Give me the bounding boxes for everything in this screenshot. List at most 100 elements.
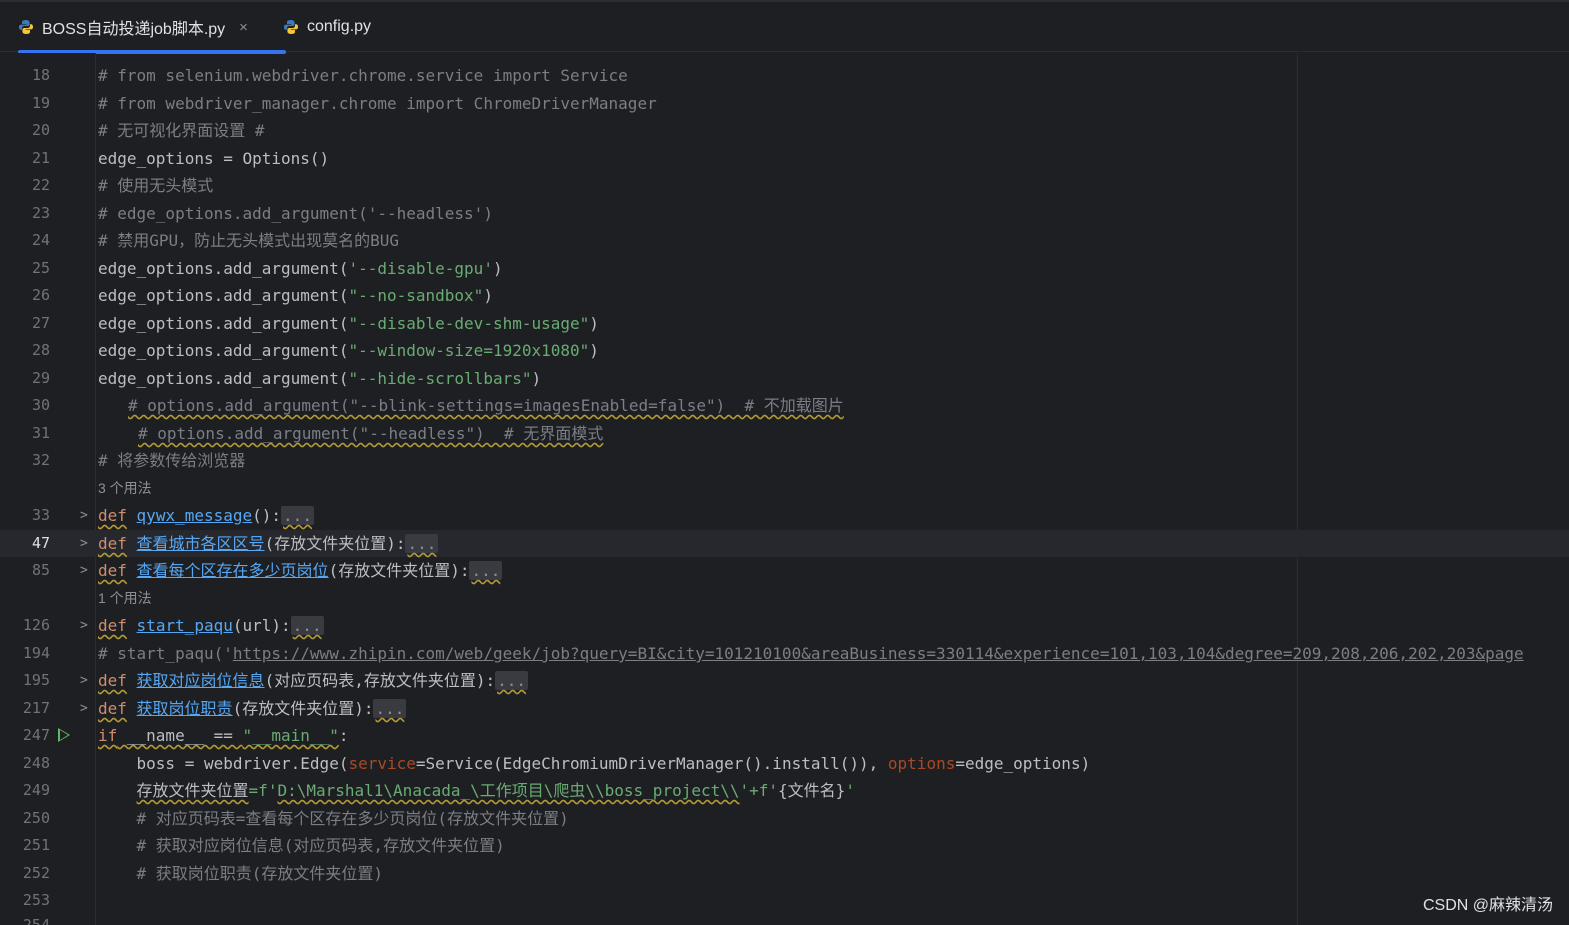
python-file-icon bbox=[19, 20, 33, 34]
code-text: def 查看城市各区区号(存放文件夹位置):... bbox=[98, 534, 439, 553]
code-line[interactable]: 27 edge_options.add_argument("--disable-… bbox=[0, 310, 1569, 337]
code-line[interactable]: 253 bbox=[0, 887, 1569, 914]
watermark: CSDN @麻辣清汤 bbox=[1422, 897, 1553, 914]
line-number: 195 bbox=[22, 671, 50, 689]
code-line[interactable]: 31 # options.add_argument("--headless") … bbox=[0, 420, 1569, 447]
code-line[interactable]: 250 # 对应页码表=查看每个区存在多少页岗位(存放文件夹位置) bbox=[0, 805, 1569, 832]
code-line[interactable]: 25 edge_options.add_argument('--disable-… bbox=[0, 255, 1569, 282]
tab-boss-script[interactable]: BOSS自动投递job脚本.py × bbox=[18, 2, 286, 54]
usage-hint[interactable]: 1 个用法 bbox=[98, 585, 152, 612]
python-file-icon bbox=[284, 20, 298, 34]
code-text: # from webdriver_manager.chrome import C… bbox=[98, 94, 657, 113]
line-number: 23 bbox=[31, 204, 50, 222]
line-number: 21 bbox=[31, 149, 50, 167]
code-text: # 禁用GPU，防止无头模式出现莫名的BUG bbox=[98, 231, 400, 250]
code-text: # options.add_argument("--blink-settings… bbox=[128, 396, 844, 415]
code-text: # 对应页码表=查看每个区存在多少页岗位(存放文件夹位置) bbox=[98, 809, 569, 828]
code-text: edge_options.add_argument("--no-sandbox"… bbox=[98, 286, 493, 305]
code-line[interactable]: 28 edge_options.add_argument("--window-s… bbox=[0, 337, 1569, 364]
line-number: 249 bbox=[22, 781, 50, 799]
code-text: edge_options.add_argument("--window-size… bbox=[98, 341, 599, 360]
fold-expand-icon[interactable]: > bbox=[80, 530, 88, 557]
code-text: edge_options.add_argument('--disable-gpu… bbox=[98, 259, 503, 278]
code-text: # 无可视化界面设置 # bbox=[98, 121, 265, 140]
fold-expand-icon[interactable]: > bbox=[80, 667, 88, 694]
code-line[interactable]: 85 > def 查看每个区存在多少页岗位(存放文件夹位置):... bbox=[0, 557, 1569, 584]
code-text: def 获取岗位职责(存放文件夹位置):... bbox=[98, 699, 407, 718]
code-line[interactable]: 22 # 使用无头模式 bbox=[0, 172, 1569, 199]
line-number: 247 bbox=[22, 726, 50, 744]
code-text: def 获取对应岗位信息(对应页码表,存放文件夹位置):... bbox=[98, 671, 529, 690]
run-icon[interactable] bbox=[58, 728, 70, 742]
code-line[interactable]: 26 edge_options.add_argument("--no-sandb… bbox=[0, 282, 1569, 309]
line-number: 18 bbox=[31, 66, 50, 84]
code-line[interactable]: 249 存放文件夹位置=f'D:\Marshal1\Anacada_\工作项目\… bbox=[0, 777, 1569, 804]
line-number: 47 bbox=[31, 534, 50, 552]
line-number: 252 bbox=[22, 864, 50, 882]
code-line[interactable]: 247 if __name__ == "__main__": bbox=[0, 722, 1569, 749]
editor-tab-bar: BOSS自动投递job脚本.py × config.py bbox=[0, 2, 1569, 54]
code-text: # options.add_argument("--headless") # 无… bbox=[138, 424, 604, 443]
line-number: 29 bbox=[31, 369, 50, 387]
code-line[interactable]: 32 # 将参数传给浏览器 bbox=[0, 447, 1569, 474]
code-line[interactable]: 29 edge_options.add_argument("--hide-scr… bbox=[0, 365, 1569, 392]
tab-label: config.py bbox=[307, 18, 372, 35]
line-number: 33 bbox=[31, 506, 50, 524]
code-line[interactable]: 126 > def start_paqu(url):... bbox=[0, 612, 1569, 639]
line-number: 24 bbox=[31, 231, 50, 249]
line-number: 253 bbox=[22, 891, 50, 909]
code-line[interactable]: 194 # start_paqu('https://www.zhipin.com… bbox=[0, 640, 1569, 667]
code-line[interactable]: 217 > def 获取岗位职责(存放文件夹位置):... bbox=[0, 695, 1569, 722]
code-text: # from selenium.webdriver.chrome.service… bbox=[98, 66, 628, 85]
code-line[interactable]: 19 # from webdriver_manager.chrome impor… bbox=[0, 90, 1569, 117]
tab-label: BOSS自动投递job脚本.py bbox=[42, 21, 226, 38]
code-text: boss = webdriver.Edge(service=Service(Ed… bbox=[98, 754, 1091, 773]
code-line[interactable]: 251 # 获取对应岗位信息(对应页码表,存放文件夹位置) bbox=[0, 832, 1569, 859]
code-line[interactable]: 33 > def qywx_message():... bbox=[0, 502, 1569, 529]
code-text: edge_options.add_argument("--disable-dev… bbox=[98, 314, 599, 333]
code-line[interactable]: 248 boss = webdriver.Edge(service=Servic… bbox=[0, 750, 1569, 777]
line-number: 28 bbox=[31, 341, 50, 359]
code-line[interactable]: 24 # 禁用GPU，防止无头模式出现莫名的BUG bbox=[0, 227, 1569, 254]
code-text: edge_options.add_argument("--hide-scroll… bbox=[98, 369, 542, 388]
line-number: 30 bbox=[31, 396, 50, 414]
line-number: 254 bbox=[22, 916, 50, 925]
line-number: 126 bbox=[22, 616, 50, 634]
line-number: 194 bbox=[22, 644, 50, 662]
line-number: 27 bbox=[31, 314, 50, 332]
line-number: 31 bbox=[31, 424, 50, 442]
code-text: # start_paqu('https://www.zhipin.com/web… bbox=[98, 644, 1524, 663]
line-number: 248 bbox=[22, 754, 50, 772]
fold-expand-icon[interactable]: > bbox=[80, 695, 88, 722]
code-text: def start_paqu(url):... bbox=[98, 616, 324, 635]
fold-expand-icon[interactable]: > bbox=[80, 557, 88, 584]
line-number: 250 bbox=[22, 809, 50, 827]
code-line[interactable]: 254 bbox=[0, 912, 1569, 925]
code-text: def qywx_message():... bbox=[98, 506, 314, 525]
code-line-current[interactable]: 47 > def 查看城市各区区号(存放文件夹位置):... bbox=[0, 530, 1569, 557]
fold-expand-icon[interactable]: > bbox=[80, 502, 88, 529]
line-number: 25 bbox=[31, 259, 50, 277]
code-text: # edge_options.add_argument('--headless'… bbox=[98, 204, 493, 223]
line-number: 26 bbox=[31, 286, 50, 304]
code-text: # 获取对应岗位信息(对应页码表,存放文件夹位置) bbox=[98, 836, 505, 855]
usage-hint[interactable]: 3 个用法 bbox=[98, 475, 152, 502]
code-text: 存放文件夹位置=f'D:\Marshal1\Anacada_\工作项目\爬虫\\… bbox=[136, 781, 855, 800]
line-number: 20 bbox=[31, 121, 50, 139]
code-line[interactable]: 23 # edge_options.add_argument('--headle… bbox=[0, 200, 1569, 227]
code-line[interactable]: 21 edge_options = Options() bbox=[0, 145, 1569, 172]
line-number: 251 bbox=[22, 836, 50, 854]
usage-hint-row: 3 个用法 bbox=[0, 475, 1569, 502]
code-line[interactable]: 195 > def 获取对应岗位信息(对应页码表,存放文件夹位置):... bbox=[0, 667, 1569, 694]
line-number: 85 bbox=[31, 561, 50, 579]
code-line[interactable]: 252 # 获取岗位职责(存放文件夹位置) bbox=[0, 860, 1569, 887]
code-text: # 使用无头模式 bbox=[98, 176, 214, 195]
close-icon[interactable]: × bbox=[239, 19, 248, 36]
code-line[interactable]: 18 # from selenium.webdriver.chrome.serv… bbox=[0, 62, 1569, 89]
line-number: 19 bbox=[31, 94, 50, 112]
code-line[interactable]: 20 # 无可视化界面设置 # bbox=[0, 117, 1569, 144]
tab-config[interactable]: config.py bbox=[283, 2, 371, 52]
usage-hint-row: 1 个用法 bbox=[0, 585, 1569, 612]
code-line[interactable]: 30 # options.add_argument("--blink-setti… bbox=[0, 392, 1569, 419]
fold-expand-icon[interactable]: > bbox=[80, 612, 88, 639]
